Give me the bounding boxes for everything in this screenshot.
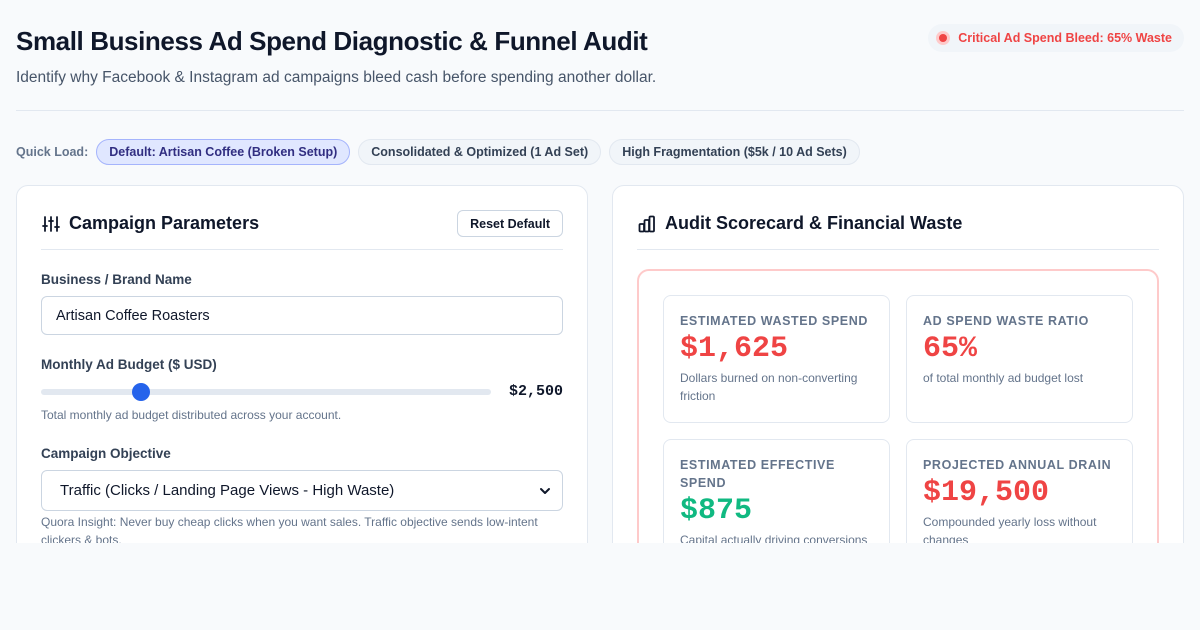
budget-helper-text: Total monthly ad budget distributed acro… [41, 408, 342, 422]
brand-name-label: Business / Brand Name [41, 272, 192, 287]
alert-dot-icon [936, 31, 951, 45]
metric-description: of total monthly ad budget lost [923, 371, 1084, 385]
preset-chip-consolidated[interactable]: Consolidated & Optimized (1 Ad Set) [358, 139, 602, 165]
bar-chart-icon [638, 215, 655, 232]
quick-load-label: Quick Load: [16, 145, 89, 159]
metric-label: ESTIMATED WASTED SPEND [680, 314, 868, 328]
scorecard-card-header: Audit Scorecard & Financial Waste [637, 210, 1159, 250]
metric-value: $1,625 [680, 332, 789, 366]
sliders-icon [42, 215, 60, 232]
alert-badge-text: Critical Ad Spend Bleed: 65% Waste [958, 31, 1172, 45]
metric-label: PROJECTED ANNUAL DRAIN [923, 458, 1112, 472]
waste-alert-badge: Critical Ad Spend Bleed: 65% Waste [928, 24, 1184, 52]
header-divider [16, 110, 1184, 111]
metric-value: $875 [680, 494, 753, 528]
budget-value: $2,500 [508, 383, 563, 400]
metric-label: AD SPEND WASTE RATIO [923, 314, 1089, 328]
parameters-card-header: Campaign Parameters Reset Default [41, 210, 563, 250]
preset-chip-high-fragmentation[interactable]: High Fragmentation ($5k / 10 Ad Sets) [609, 139, 860, 165]
metric-waste-ratio: AD SPEND WASTE RATIO 65% of total monthl… [906, 295, 1133, 423]
metric-description: Dollars burned on non-converting frictio… [680, 371, 858, 403]
page-bottom-area [0, 543, 1200, 630]
scorecard-card-title: Audit Scorecard & Financial Waste [665, 213, 963, 233]
quick-load-bar: Quick Load: Default: Artisan Coffee (Bro… [16, 139, 860, 165]
reset-default-button[interactable]: Reset Default [457, 210, 563, 237]
metric-value: 65% [923, 332, 978, 366]
chevron-down-icon [540, 487, 550, 494]
objective-select[interactable]: Traffic (Clicks / Landing Page Views - H… [41, 470, 563, 511]
page-header: Small Business Ad Spend Diagnostic & Fun… [16, 24, 1184, 87]
budget-slider-thumb[interactable] [131, 383, 150, 401]
metric-wasted-spend: ESTIMATED WASTED SPEND $1,625 Dollars bu… [663, 295, 890, 423]
metric-value: $19,500 [923, 476, 1050, 510]
brand-name-input[interactable] [41, 296, 563, 335]
preset-chip-artisan-coffee[interactable]: Default: Artisan Coffee (Broken Setup) [96, 139, 351, 165]
metric-label: ESTIMATED EFFECTIVE SPEND [680, 458, 835, 490]
page-subtitle: Identify why Facebook & Instagram ad cam… [16, 69, 657, 86]
objective-label: Campaign Objective [41, 446, 171, 461]
budget-label: Monthly Ad Budget ($ USD) [41, 357, 217, 372]
objective-selected-value: Traffic (Clicks / Landing Page Views - H… [60, 482, 395, 499]
parameters-card-title: Campaign Parameters [69, 213, 260, 233]
budget-slider[interactable] [41, 383, 491, 401]
